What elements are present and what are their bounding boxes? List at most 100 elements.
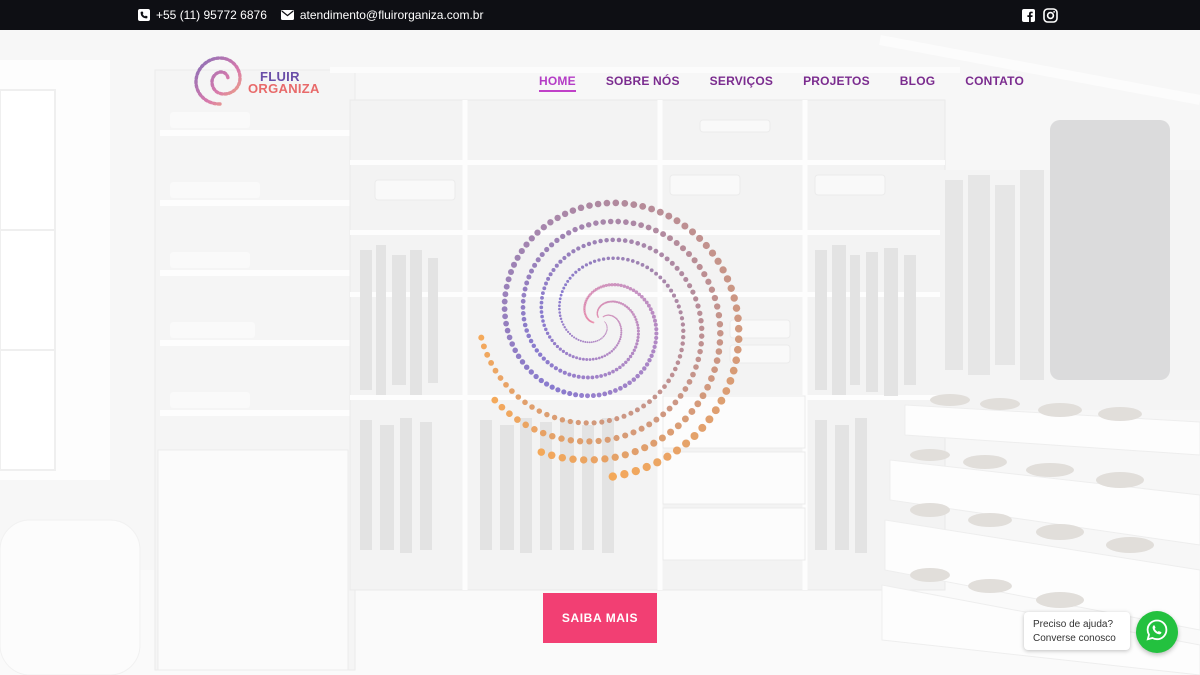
spiral-dot [647,399,652,405]
spiral-dot [619,324,622,327]
spiral-dot [730,294,738,302]
spiral-dot [695,303,701,309]
spiral-dot [627,380,632,386]
saiba-mais-button[interactable]: SAIBA MAIS [543,593,657,643]
spiral-dot [636,335,640,339]
spiral-dot [542,323,546,328]
whatsapp-button[interactable] [1136,611,1178,653]
spiral-dot [619,335,622,339]
spiral-dot [677,354,683,359]
spiral-dot [535,257,541,263]
spiral-dot [554,237,560,244]
spiral-dot [734,314,742,323]
spiral-dot [540,314,544,319]
spiral-dot [586,438,593,445]
nav-item-contato[interactable]: CONTATO [965,74,1024,92]
site-logo[interactable]: FLUIR ORGANIZA [190,52,330,112]
spiral-dot [558,435,565,442]
spiral-dot [646,421,653,428]
spiral-dot [625,285,630,290]
spiral-dot [626,357,631,362]
spiral-dot [574,270,578,274]
spiral-dot [681,328,686,333]
spiral-dot [606,353,609,356]
nav-item-servicos[interactable]: SERVIÇOS [710,74,773,92]
spiral-dot [699,392,707,400]
top-bar: +55 (11) 95772 6876 atendimento@fluirorg… [0,0,1200,30]
spiral-dot [503,320,509,327]
spiral-dot [711,406,720,415]
spiral-dot [653,318,657,323]
spiral-dot [590,341,593,344]
spiral-dot [606,324,608,327]
spiral-dot [688,408,696,415]
nav-item-projetos[interactable]: PROJETOS [803,74,870,92]
spiral-dot [600,219,606,225]
spiral-dot [595,374,599,379]
spiral-dot [604,237,609,243]
spiral-dot [528,338,534,344]
spiral-dot [548,272,553,277]
spiral-dot [544,246,550,253]
nav-item-blog[interactable]: BLOG [900,74,935,92]
spiral-dot [640,263,645,267]
spiral-dot [522,399,528,406]
spiral-dot [615,218,622,225]
spiral-dot [543,381,550,387]
spiral-dot [620,329,623,332]
spiral-dot [693,364,699,370]
spiral-dot [520,311,526,316]
spiral-dot [673,366,678,372]
spiral-dot [488,359,495,366]
spiral-dot [604,321,606,323]
spiral-dot [630,220,637,227]
spiral-dot [507,268,515,276]
spiral-dot [531,343,537,349]
spiral-dot [565,328,568,331]
spiral-dot [584,341,587,343]
spiral-dot [618,337,622,341]
spiral-dot [623,219,629,225]
spiral-dot [585,358,589,361]
spiral-dot [639,202,647,210]
email-link[interactable]: atendimento@fluirorganiza.com.br [280,8,483,22]
spiral-dot [644,300,649,305]
spiral-dot [603,372,608,377]
spiral-dot [654,331,659,336]
spiral-dot [642,297,647,302]
spiral-dot [572,226,578,233]
spiral-dot [636,329,640,333]
spiral-dot [630,259,635,263]
whatsapp-help-bubble[interactable]: Preciso de ajuda? Converse conosco [1024,612,1130,650]
spiral-dot [526,333,531,339]
spiral-dot [723,275,732,283]
spiral-dot [575,419,581,426]
spiral-dot [729,366,738,375]
spiral-dot [666,378,671,384]
spiral-dot [638,370,644,375]
phone-link[interactable]: +55 (11) 95772 6876 [138,8,267,22]
spiral-dot [565,351,569,356]
facebook-icon[interactable] [1022,8,1035,22]
spiral-dot [558,304,561,308]
instagram-icon[interactable] [1043,7,1058,23]
spiral-dot [622,432,629,439]
nav-item-sobre-nos[interactable]: SOBRE NÓS [606,74,680,92]
spiral-dot [658,275,663,280]
spiral-dot [502,313,508,320]
spiral-dot [669,260,675,266]
spiral-dot [584,263,589,267]
spiral-dot [652,394,658,400]
spiral-dot [606,328,608,330]
spiral-dot [626,257,630,262]
spiral-dot [688,228,697,236]
spiral-dot [541,356,546,361]
nav-item-home[interactable]: HOME [539,74,576,92]
spiral-dot [636,323,640,327]
spiral-dot [652,344,657,350]
phone-icon [138,9,150,21]
spiral-dot [567,437,574,444]
spiral-dot [607,390,613,395]
spiral-dot [654,335,659,340]
spiral-dot [702,241,710,250]
